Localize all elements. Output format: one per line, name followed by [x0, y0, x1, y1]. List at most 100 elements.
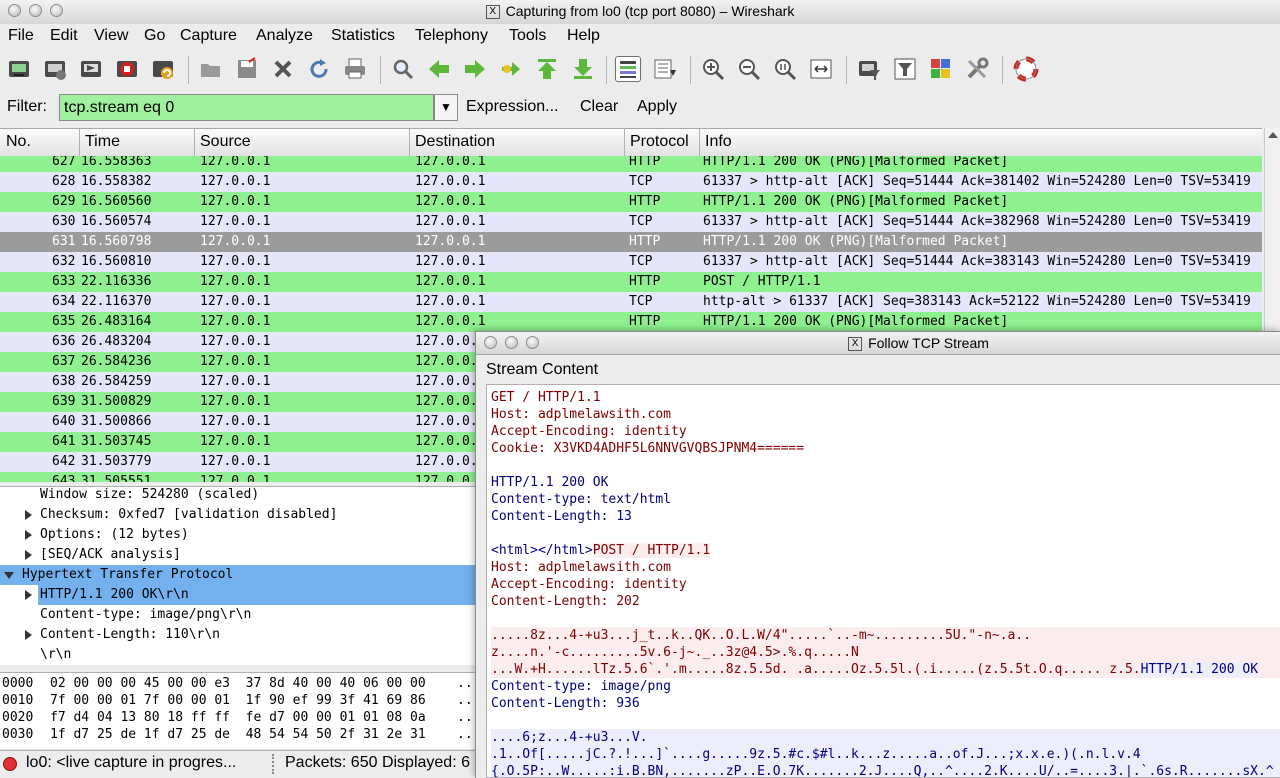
packet-time: 16.560798	[81, 234, 152, 249]
expand-arrow-icon[interactable]	[25, 630, 32, 640]
scroll-up-icon[interactable]	[1268, 132, 1278, 138]
menu-help[interactable]: Help	[567, 27, 600, 45]
column-divider[interactable]	[624, 129, 625, 156]
menu-tools[interactable]: Tools	[509, 27, 546, 45]
packet-info: 61337 > http-alt [ACK] Seq=51444 Ack=382…	[703, 214, 1251, 229]
packet-no: 632	[52, 254, 76, 269]
column-header-time[interactable]: Time	[85, 133, 120, 151]
column-divider[interactable]	[79, 129, 80, 156]
packet-details-pane[interactable]: Window size: 524280 (scaled) Checksum: 0x…	[0, 486, 475, 665]
packet-row[interactable]: 628 16.558382 127.0.0.1 127.0.0.1 TCP 61337 >…	[0, 172, 1262, 192]
print-icon[interactable]	[342, 56, 368, 82]
detail-row[interactable]: Content-Length: 110\r\n	[0, 625, 475, 645]
expand-arrow-icon[interactable]	[25, 590, 32, 600]
preferences-icon[interactable]	[964, 56, 990, 82]
stream-line: .....8z...4-+u3...j_t..k..QK..O.L.W/4"..…	[491, 627, 1280, 644]
capture-filters-icon[interactable]	[856, 56, 882, 82]
stream-text: Content-Length: 13	[491, 509, 632, 524]
packet-info: HTTP/1.1 200 OK (PNG)[Malformed Packet]	[703, 234, 1009, 249]
column-header-info[interactable]: Info	[705, 133, 732, 151]
reload-icon[interactable]	[306, 56, 332, 82]
zoom-in-icon[interactable]	[700, 56, 726, 82]
column-header-source[interactable]: Source	[200, 133, 251, 151]
help-icon[interactable]	[1013, 56, 1039, 82]
colorize-icon[interactable]	[615, 56, 641, 82]
auto-scroll-icon[interactable]	[652, 56, 678, 82]
expand-arrow-icon[interactable]	[25, 530, 32, 540]
stop-capture-icon[interactable]	[114, 56, 140, 82]
packet-row[interactable]: 631 16.560798 127.0.0.1 127.0.0.1 HTTP HTTP/1…	[0, 232, 1262, 252]
detail-row[interactable]: [SEQ/ACK analysis]	[0, 545, 475, 565]
detail-row[interactable]: Window size: 524280 (scaled)	[0, 487, 475, 505]
packet-source: 127.0.0.1	[200, 194, 271, 209]
capture-running-icon[interactable]	[3, 757, 17, 771]
go-last-icon[interactable]	[570, 56, 596, 82]
go-to-packet-icon[interactable]	[498, 56, 524, 82]
expand-arrow-icon[interactable]	[25, 510, 32, 520]
menu-analyze[interactable]: Analyze	[256, 27, 313, 45]
resize-columns-icon[interactable]	[808, 56, 834, 82]
packet-source: 127.0.0.1	[200, 156, 271, 169]
menu-edit[interactable]: Edit	[50, 27, 78, 45]
hex-row[interactable]: 0020 f7 d4 04 13 80 18 ff ff fe d7 00 00 …	[2, 709, 473, 726]
column-divider[interactable]	[699, 129, 700, 156]
expand-arrow-icon[interactable]	[25, 550, 32, 560]
hex-row[interactable]: 0010 7f 00 00 01 7f 00 00 01 1f 90 ef 99 …	[2, 692, 473, 709]
packet-row[interactable]: 633 22.116336 127.0.0.1 127.0.0.1 HTTP POST /…	[0, 272, 1262, 292]
filter-dropdown-button[interactable]: ▼	[434, 94, 458, 121]
open-file-icon[interactable]	[198, 56, 224, 82]
packet-row[interactable]: 634 22.116370 127.0.0.1 127.0.0.1 TCP http-al…	[0, 292, 1262, 312]
packet-row[interactable]: 627 16.558363 127.0.0.1 127.0.0.1 HTTP HTTP/1…	[0, 156, 1262, 172]
zoom-normal-icon[interactable]	[772, 56, 798, 82]
coloring-rules-icon[interactable]	[928, 56, 954, 82]
hex-offset: 0030	[2, 727, 34, 742]
menu-telephony[interactable]: Telephony	[415, 27, 488, 45]
collapse-arrow-icon[interactable]	[4, 572, 14, 579]
apply-button[interactable]: Apply	[637, 98, 677, 116]
column-header-protocol[interactable]: Protocol	[630, 133, 689, 151]
column-header-no[interactable]: No.	[6, 133, 31, 151]
detail-row[interactable]: Options: (12 bytes)	[0, 525, 475, 545]
detail-row[interactable]: Checksum: 0xfed7 [validation disabled]	[0, 505, 475, 525]
packet-row[interactable]: 629 16.560560 127.0.0.1 127.0.0.1 HTTP HTTP/1…	[0, 192, 1262, 212]
capture-options-icon[interactable]	[42, 56, 68, 82]
detail-row[interactable]: Content-type: image/png\r\n	[0, 605, 475, 625]
menu-file[interactable]: File	[8, 27, 34, 45]
display-filters-icon[interactable]	[892, 56, 918, 82]
packet-row[interactable]: 632 16.560810 127.0.0.1 127.0.0.1 TCP 61337 >…	[0, 252, 1262, 272]
packet-source: 127.0.0.1	[200, 294, 271, 309]
menu-statistics[interactable]: Statistics	[331, 27, 395, 45]
hex-offset: 0010	[2, 693, 34, 708]
go-back-icon[interactable]	[426, 56, 452, 82]
column-divider[interactable]	[409, 129, 410, 156]
column-header-destination[interactable]: Destination	[415, 133, 495, 151]
go-forward-icon[interactable]	[462, 56, 488, 82]
close-file-icon[interactable]	[270, 56, 296, 82]
restart-capture-icon[interactable]	[150, 56, 176, 82]
expression-button[interactable]: Expression...	[466, 98, 558, 116]
detail-row[interactable]: \r\n	[0, 645, 475, 665]
packet-row[interactable]: 635 26.483164 127.0.0.1 127.0.0.1 HTTP HTTP/1…	[0, 312, 1262, 332]
hex-row[interactable]: 0000 02 00 00 00 45 00 00 e3 37 8d 40 00 …	[2, 675, 473, 692]
find-packet-icon[interactable]	[390, 56, 416, 82]
filter-input[interactable]	[59, 94, 434, 121]
menu-capture[interactable]: Capture	[180, 27, 237, 45]
save-file-icon[interactable]	[234, 56, 260, 82]
hex-row[interactable]: 0030 1f d7 25 de 1f d7 25 de 48 54 54 50 …	[2, 726, 473, 743]
packet-bytes-pane[interactable]: 0000 02 00 00 00 45 00 00 e3 37 8d 40 00 …	[0, 672, 475, 749]
menu-view[interactable]: View	[94, 27, 128, 45]
packet-no: 642	[52, 454, 76, 469]
detail-row[interactable]: Hypertext Transfer Protocol	[0, 565, 475, 585]
status-splitter[interactable]	[272, 754, 278, 774]
column-divider[interactable]	[194, 129, 195, 156]
stream-content-text[interactable]: GET / HTTP/1.1 Host: adplmelawsith.com Acc…	[486, 384, 1280, 778]
stream-line: GET / HTTP/1.1	[491, 389, 601, 406]
detail-row[interactable]: HTTP/1.1 200 OK\r\n	[25, 585, 475, 605]
menu-go[interactable]: Go	[144, 27, 165, 45]
zoom-out-icon[interactable]	[736, 56, 762, 82]
interface-list-icon[interactable]	[6, 56, 32, 82]
go-first-icon[interactable]	[534, 56, 560, 82]
clear-button[interactable]: Clear	[580, 98, 618, 116]
start-capture-icon[interactable]	[78, 56, 104, 82]
packet-row[interactable]: 630 16.560574 127.0.0.1 127.0.0.1 TCP 61337 >…	[0, 212, 1262, 232]
